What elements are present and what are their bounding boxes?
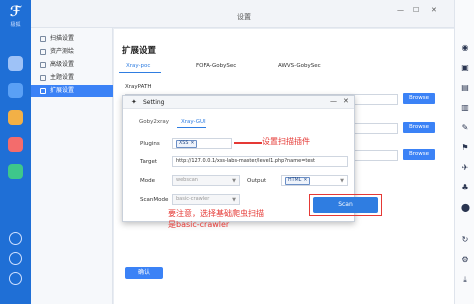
target-input[interactable]: http://127.0.0.1/xss-labs-master/level1.… (172, 156, 348, 167)
scanmode-select[interactable]: basic-crawler ▼ (172, 194, 240, 205)
sidebar-item-scan[interactable]: 扫描设置 (31, 33, 113, 45)
asset-icon (40, 49, 46, 55)
chevron-down-icon: ▼ (340, 178, 344, 184)
dialog-active-tab-indicator (177, 127, 206, 129)
theme-icon (40, 75, 46, 81)
app-logo: ℱ (9, 4, 22, 20)
output-tag-html: HTML ✕ (285, 177, 311, 185)
rail-icon-list[interactable] (8, 83, 23, 98)
shortcut-icon-8[interactable]: ♣ (461, 184, 469, 192)
rail-icon-plugin[interactable] (8, 164, 23, 179)
active-tab-indicator (119, 72, 161, 74)
tab-xray-gui[interactable]: Xray-GUI (181, 119, 206, 125)
rail-icon-extension[interactable] (8, 137, 23, 152)
maximize-button[interactable]: ☐ (413, 6, 419, 14)
shortcut-icon-10[interactable]: ↻ (461, 236, 469, 244)
sidebar-item-advanced[interactable]: 高级设置 (31, 59, 113, 71)
extension-icon (40, 88, 46, 94)
rail-icon-vuln[interactable] (8, 110, 23, 125)
scan-settings-icon (40, 36, 46, 42)
shortcut-icon-9[interactable]: ⬤ (461, 204, 470, 212)
output-select[interactable]: HTML ✕ ▼ (281, 175, 348, 186)
remove-tag-icon[interactable]: ✕ (190, 141, 194, 146)
chevron-down-icon: ▼ (232, 197, 236, 203)
sidebar-item-asset[interactable]: 资产测绘 (31, 46, 113, 58)
chevron-down-icon: ▼ (232, 178, 236, 184)
browse-button-2[interactable]: Browse (403, 122, 435, 133)
rail-help-icon[interactable] (9, 232, 22, 245)
crawler-annotation-line1: 要注意，选择基础爬虫扫描 (168, 209, 264, 218)
page-title: 扩展设置 (122, 46, 157, 56)
shortcut-icon-12[interactable]: ⤓ (461, 276, 469, 284)
dialog-close-button[interactable]: ✕ (343, 97, 349, 105)
rail-user-icon[interactable] (9, 272, 22, 285)
shortcut-icon-2[interactable]: ▣ (461, 64, 469, 72)
browse-button-1[interactable]: Browse (403, 93, 435, 104)
shortcut-icon-4[interactable]: ▥ (461, 104, 469, 112)
setting-dialog: ✦ Setting — ✕ Goby2xray Xray-GUI Plugins… (122, 95, 382, 222)
dialog-minimize-button[interactable]: — (330, 97, 337, 105)
tab-awvs-gobysec[interactable]: AWVS-GobySec (278, 63, 321, 69)
title-bar: 设置 — ☐ ✕ (31, 0, 454, 28)
dialog-header: ✦ Setting — ✕ (123, 96, 354, 109)
plugins-label: Plugins (140, 141, 160, 147)
close-button[interactable]: ✕ (431, 6, 437, 14)
dialog-title: Setting (143, 99, 165, 106)
browse-button-3[interactable]: Browse (403, 149, 435, 160)
output-label: Output (247, 178, 267, 184)
plugins-select[interactable]: XSS ✕ (172, 138, 232, 149)
remove-output-tag-icon[interactable]: ✕ (303, 178, 307, 183)
shortcut-icon-3[interactable]: ▤ (461, 84, 469, 92)
scanmode-label: ScanMode (140, 197, 169, 203)
shortcut-icon-7[interactable]: ✈ (461, 164, 469, 172)
shortcut-icon-6[interactable]: ⚑ (461, 144, 469, 152)
shortcut-icon-1[interactable]: ◉ (461, 44, 469, 52)
target-label: Target (140, 159, 158, 165)
shortcut-icon-11[interactable]: ⚙ (461, 256, 469, 264)
mode-label: Mode (140, 178, 155, 184)
rail-icon-dashboard[interactable] (8, 56, 23, 71)
shortcut-icon-5[interactable]: ✎ (461, 124, 469, 132)
mode-select[interactable]: webscan ▼ (172, 175, 240, 186)
xray-logo-icon: ✦ (131, 98, 137, 106)
confirm-button[interactable]: 确认 (125, 267, 163, 279)
crawler-annotation-line2: 是basic-crawler (168, 220, 230, 229)
app-logo-text: 极狐 (10, 22, 21, 28)
plugins-annotation: 设置扫描插件 (262, 137, 310, 146)
plugins-arrow (234, 142, 262, 144)
xraypath-label: XrayPATH (125, 84, 152, 90)
right-toolbar: ◉ ▣ ▤ ▥ ✎ ⚑ ✈ ♣ ⬤ ↻ ⚙ ⤓ (454, 0, 474, 304)
sidebar-item-theme[interactable]: 主题设置 (31, 72, 113, 84)
scan-button[interactable]: Scan (313, 197, 378, 213)
plugin-tag-xss: XSS ✕ (176, 140, 198, 148)
app-rail: ℱ 极狐 (0, 0, 31, 304)
advanced-icon (40, 62, 46, 68)
minimize-button[interactable]: — (397, 6, 404, 14)
rail-settings-icon[interactable] (9, 252, 22, 265)
sidebar-item-extension[interactable]: 扩展设置 (31, 85, 113, 97)
tab-goby2xray[interactable]: Goby2xray (139, 119, 169, 125)
window-title: 设置 (237, 13, 251, 21)
tab-fofa-gobysec[interactable]: FOFA-GobySec (196, 63, 236, 69)
settings-sidebar: 扫描设置 资产测绘 高级设置 主题设置 扩展设置 (31, 28, 113, 304)
tab-xray-poc[interactable]: Xray-poc (126, 63, 150, 69)
